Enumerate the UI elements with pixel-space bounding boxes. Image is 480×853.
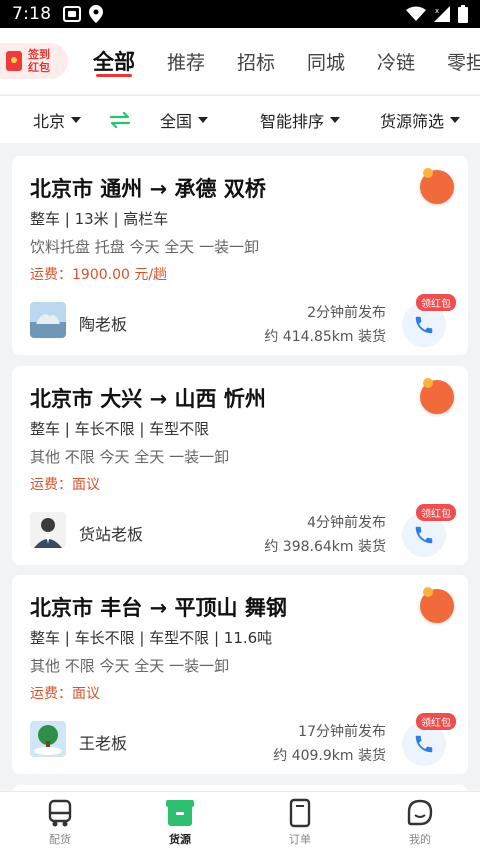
tab-label: 冷链 (377, 51, 416, 74)
cargo-filter[interactable]: 货源筛选 (380, 96, 461, 144)
truck-icon (48, 799, 72, 827)
freight-fee: 运费：面议 (30, 686, 100, 702)
loading-distance: 约 398.64km 装货 (264, 539, 386, 555)
tab-ltl[interactable]: 零担 (447, 28, 480, 94)
nav-dispatch[interactable]: 配货 (0, 792, 120, 853)
vehicle-spec: 整车 | 车长不限 | 车型不限 (30, 420, 210, 438)
tab-label: 推荐 (167, 51, 206, 74)
tab-cold-chain[interactable]: 冷链 (377, 28, 415, 94)
red-envelope-icon (6, 51, 22, 71)
tab-recommend[interactable]: 推荐 (167, 28, 205, 94)
tab-label: 零担 (447, 51, 480, 74)
share-icon[interactable] (420, 168, 454, 204)
cargo-info: 其他 不限 今天 全天 一装一卸 (30, 657, 230, 675)
posted-time: 17分钟前发布 (298, 724, 386, 740)
redpacket-badge[interactable]: 领红包 (416, 713, 456, 730)
nav-profile[interactable]: 我的 (360, 792, 480, 853)
tab-all[interactable]: 全部 (93, 28, 135, 94)
avatar (30, 302, 66, 338)
active-tab-indicator (96, 74, 132, 77)
cargo-listing-card[interactable]: 北京市 通州 → 承德 双桥 整车 | 13米 | 高栏车 饮料托盘 托盘 今天… (12, 156, 468, 355)
cargo-listing-card[interactable]: 北京市 大兴 → 山西 忻州 整车 | 车长不限 | 车型不限 其他 不限 今天… (12, 366, 468, 565)
phone-icon (415, 316, 433, 334)
destination-filter[interactable]: 全国 (160, 96, 209, 144)
cargo-box-icon (166, 800, 194, 826)
status-time: 7:18 (12, 4, 52, 24)
destination-label: 全国 (160, 112, 193, 131)
owner-name: 王老板 (79, 734, 128, 753)
vehicle-spec: 整车 | 车长不限 | 车型不限 | 11.6吨 (30, 629, 273, 647)
redpacket-badge[interactable]: 领红包 (416, 504, 456, 521)
filter-bar: 北京 全国 智能排序 货源筛选 (0, 95, 480, 143)
owner-name: 货站老板 (79, 525, 144, 544)
phone-icon (415, 526, 433, 544)
order-icon (289, 798, 311, 828)
tab-label: 全部 (93, 50, 135, 74)
loading-distance: 约 414.85km 装货 (264, 329, 386, 345)
origin-label: 北京 (33, 112, 66, 131)
location-icon (89, 5, 104, 23)
cargo-info: 饮料托盘 托盘 今天 全天 一装一卸 (30, 238, 260, 256)
svg-text:x: x (435, 7, 439, 15)
freight-fee: 运费：1900.00 元/趟 (30, 267, 168, 283)
cargo-listing-card[interactable]: 北京市 丰台 → 平顶山 舞钢 整车 | 车长不限 | 车型不限 | 11.6吨… (12, 575, 468, 774)
tab-tender[interactable]: 招标 (237, 28, 275, 94)
cargo-info: 其他 不限 今天 全天 一装一卸 (30, 448, 230, 466)
caret-down-icon (71, 117, 82, 123)
share-icon[interactable] (420, 378, 454, 414)
checkin-label: 签到红包 (28, 48, 50, 74)
nav-cargo-source[interactable]: 货源 (120, 792, 240, 853)
checkin-redpacket-button[interactable]: 签到红包 (0, 43, 68, 79)
nav-label: 货源 (169, 833, 191, 846)
nav-label: 订单 (289, 833, 311, 846)
tab-label: 招标 (237, 51, 276, 74)
signal-icon: x (434, 6, 450, 22)
caret-down-icon (198, 117, 209, 123)
category-tabs: 签到红包 全部 推荐 招标 同城 冷链 零担 (0, 28, 480, 94)
nav-label: 配货 (49, 833, 71, 846)
route-title: 北京市 通州 → 承德 双桥 (30, 177, 266, 201)
battery-icon (458, 5, 468, 23)
wifi-icon (406, 6, 426, 21)
sort-label: 智能排序 (260, 112, 325, 131)
nav-orders[interactable]: 订单 (240, 792, 360, 853)
caret-down-icon (330, 117, 341, 123)
avatar (30, 721, 66, 757)
profile-icon (407, 799, 433, 826)
posted-time: 2分钟前发布 (307, 305, 386, 321)
caret-down-icon (450, 117, 461, 123)
owner-name: 陶老板 (79, 315, 128, 334)
avatar (30, 512, 66, 548)
redpacket-badge[interactable]: 领红包 (416, 294, 456, 311)
vehicle-spec: 整车 | 13米 | 高栏车 (30, 210, 169, 228)
tab-same-city[interactable]: 同城 (307, 28, 345, 94)
status-bar: 7:18 x (0, 0, 480, 28)
route-title: 北京市 大兴 → 山西 忻州 (30, 387, 266, 411)
bottom-nav: 配货 货源 订单 我的 (0, 791, 480, 853)
freight-fee: 运费：面议 (30, 477, 100, 493)
phone-icon (415, 735, 433, 753)
share-icon[interactable] (420, 587, 454, 623)
app-notification-icon (63, 6, 82, 22)
route-title: 北京市 丰台 → 平顶山 舞钢 (30, 596, 287, 620)
nav-label: 我的 (409, 833, 431, 846)
cargo-filter-label: 货源筛选 (380, 112, 445, 131)
loading-distance: 约 409.9km 装货 (273, 748, 386, 764)
origin-filter[interactable]: 北京 (33, 96, 82, 144)
swap-route-icon[interactable] (109, 109, 131, 131)
posted-time: 4分钟前发布 (307, 515, 386, 531)
tab-label: 同城 (307, 51, 346, 74)
sort-filter[interactable]: 智能排序 (260, 96, 341, 144)
